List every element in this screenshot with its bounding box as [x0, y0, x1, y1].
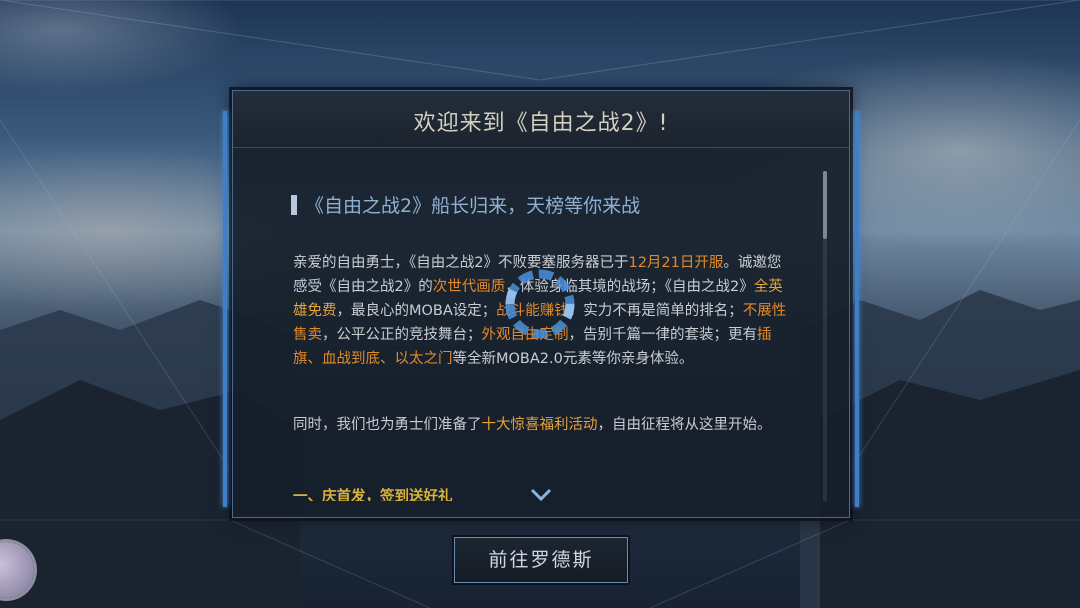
announcement-heading-text: 《自由之战2》船长归来，天榜等你来战: [305, 195, 641, 217]
goto-rhodes-button[interactable]: 前往罗德斯: [454, 537, 628, 583]
text-segment: ，公平公正的竞技舞台；: [322, 327, 482, 343]
text-segment: ，自由征程将从这里开始。: [597, 417, 772, 433]
highlight-text: 十大惊喜福利活动: [481, 417, 598, 433]
announcement-paragraph: 同时，我们也为勇士们准备了十大惊喜福利活动，自由征程将从这里开始。: [293, 413, 791, 437]
mountain-range-front-right: [820, 370, 1080, 608]
loading-spinner-icon: [505, 269, 575, 339]
scrollbar-thumb[interactable]: [823, 171, 827, 239]
dialog-edge-left: [223, 111, 227, 507]
text-segment: ，实力不再是简单的排名；: [568, 303, 743, 319]
text-segment: ，告别千篇一律的套装；更有: [568, 327, 758, 343]
dialog-edge-right: [855, 111, 859, 507]
highlight-text: 12月21日开服: [628, 255, 724, 271]
dialog-header: 欢迎来到《自由之战2》!: [233, 91, 849, 148]
text-segment: ，最良心的MOBA设定；: [336, 303, 497, 319]
text-segment: 等全新MOBA2.0元素等你亲身体验。: [452, 351, 694, 367]
chevron-down-icon[interactable]: [529, 487, 553, 503]
text-segment: 同时，我们也为勇士们准备了: [293, 417, 482, 433]
welcome-dialog: 欢迎来到《自由之战2》! 《自由之战2》船长归来，天榜等你来战 亲爱的自由勇士，…: [223, 90, 859, 518]
heading-marker: [291, 195, 297, 215]
hex-frame-lines: [0, 0, 1080, 81]
announcement-heading: 《自由之战2》船长归来，天榜等你来战: [291, 191, 640, 218]
dialog-title: 欢迎来到《自由之战2》!: [413, 111, 669, 136]
